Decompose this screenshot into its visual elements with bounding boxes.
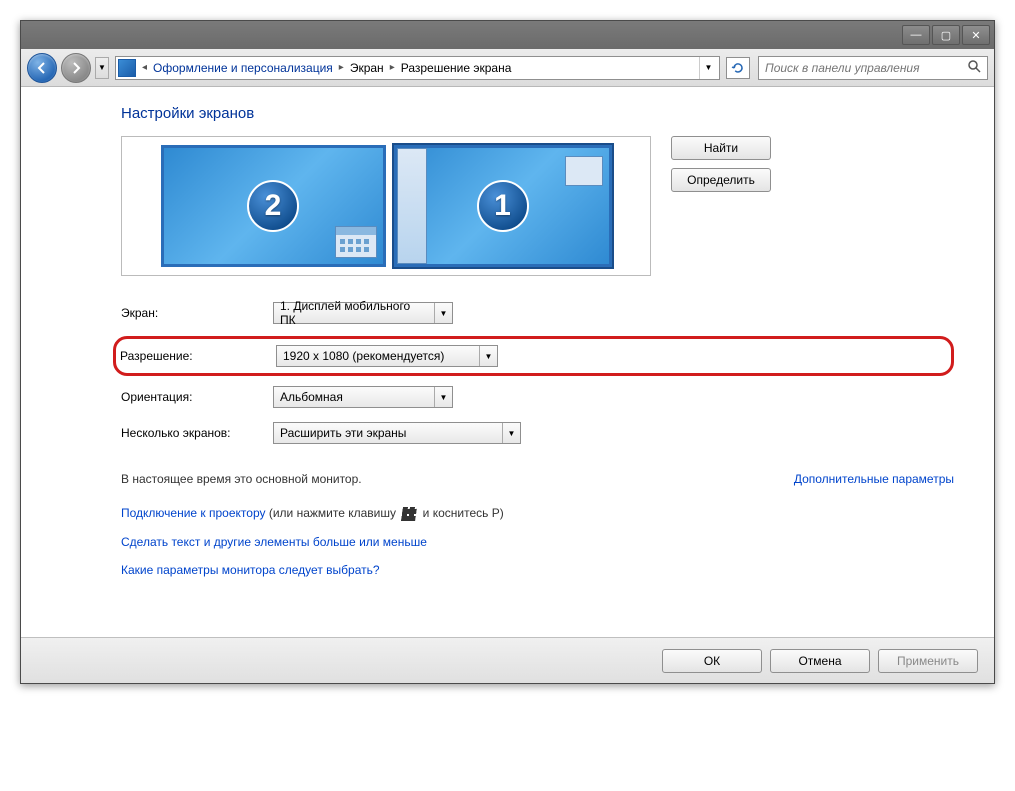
apply-button[interactable]: Применить	[878, 649, 978, 673]
footer: ОК Отмена Применить	[21, 637, 994, 683]
resolution-select[interactable]: 1920 x 1080 (рекомендуется) ▼	[276, 345, 498, 367]
window: — ▢ ✕ ▼ ◂ Оформление и персонализация ▸ …	[20, 20, 995, 684]
search-box[interactable]	[758, 56, 988, 80]
orientation-label: Ориентация:	[121, 390, 273, 404]
text-size-link[interactable]: Сделать текст и другие элементы больше и…	[121, 535, 954, 549]
breadcrumb-appearance[interactable]: Оформление и персонализация	[151, 61, 335, 75]
monitor-number: 2	[247, 180, 299, 232]
primary-monitor-note: В настоящее время это основной монитор.	[121, 472, 362, 486]
screen-label: Экран:	[121, 306, 273, 320]
chevron-left-icon[interactable]: ◂	[138, 62, 151, 73]
breadcrumb[interactable]: ◂ Оформление и персонализация ▸ Экран ▸ …	[115, 56, 720, 80]
refresh-button[interactable]	[726, 57, 750, 79]
resolution-row-highlight: Разрешение: 1920 x 1080 (рекомендуется) …	[113, 336, 954, 376]
projector-hint-b: и коснитесь P)	[419, 506, 503, 520]
chevron-down-icon[interactable]: ▼	[434, 303, 452, 323]
chevron-right-icon[interactable]: ▸	[386, 62, 399, 73]
chevron-down-icon[interactable]: ▼	[479, 346, 497, 366]
forward-button[interactable]	[61, 53, 91, 83]
screen-value: 1. Дисплей мобильного ПК	[280, 299, 434, 327]
monitor-1[interactable]: 1	[394, 145, 612, 267]
advanced-settings-link[interactable]: Дополнительные параметры	[794, 472, 954, 486]
maximize-button[interactable]: ▢	[932, 25, 960, 45]
identify-button[interactable]: Определить	[671, 168, 771, 192]
resolution-label: Разрешение:	[120, 349, 276, 363]
chevron-down-icon[interactable]: ▼	[502, 423, 520, 443]
monitor-number: 1	[477, 180, 529, 232]
taskbar-preview-icon	[335, 226, 377, 258]
projector-link[interactable]: Подключение к проектору	[121, 506, 266, 520]
breadcrumb-screen[interactable]: Экран	[348, 61, 386, 75]
breadcrumb-dropdown[interactable]: ▼	[699, 57, 717, 79]
which-settings-link[interactable]: Какие параметры монитора следует выбрать…	[121, 563, 954, 577]
taskbar-preview-icon	[397, 148, 427, 264]
orientation-select[interactable]: Альбомная ▼	[273, 386, 453, 408]
monitor-2[interactable]: 2	[161, 145, 386, 267]
monitor-arrangement[interactable]: 2 1	[121, 136, 651, 276]
find-button[interactable]: Найти	[671, 136, 771, 160]
breadcrumb-resolution[interactable]: Разрешение экрана	[399, 61, 514, 75]
close-button[interactable]: ✕	[962, 25, 990, 45]
chevron-right-icon[interactable]: ▸	[335, 62, 348, 73]
multi-screen-select[interactable]: Расширить эти экраны ▼	[273, 422, 521, 444]
search-input[interactable]	[763, 60, 967, 76]
projector-hint-a: (или нажмите клавишу	[266, 506, 400, 520]
multi-label: Несколько экранов:	[121, 426, 273, 440]
navbar: ▼ ◂ Оформление и персонализация ▸ Экран …	[21, 49, 994, 87]
minimize-button[interactable]: —	[902, 25, 930, 45]
windows-key-icon	[401, 507, 417, 521]
nav-history-dropdown[interactable]: ▼	[95, 57, 109, 79]
page-title: Настройки экранов	[121, 105, 954, 122]
orientation-value: Альбомная	[280, 390, 434, 404]
content-area: Настройки экранов 2 1 Найти Определить	[21, 87, 994, 637]
chevron-down-icon[interactable]: ▼	[434, 387, 452, 407]
multi-value: Расширить эти экраны	[280, 426, 502, 440]
titlebar: — ▢ ✕	[21, 21, 994, 49]
screen-select[interactable]: 1. Дисплей мобильного ПК ▼	[273, 302, 453, 324]
ok-button[interactable]: ОК	[662, 649, 762, 673]
search-icon[interactable]	[967, 59, 983, 76]
resolution-value: 1920 x 1080 (рекомендуется)	[283, 349, 479, 363]
cancel-button[interactable]: Отмена	[770, 649, 870, 673]
control-panel-icon	[118, 59, 136, 77]
window-preview-icon	[565, 156, 603, 186]
back-button[interactable]	[27, 53, 57, 83]
